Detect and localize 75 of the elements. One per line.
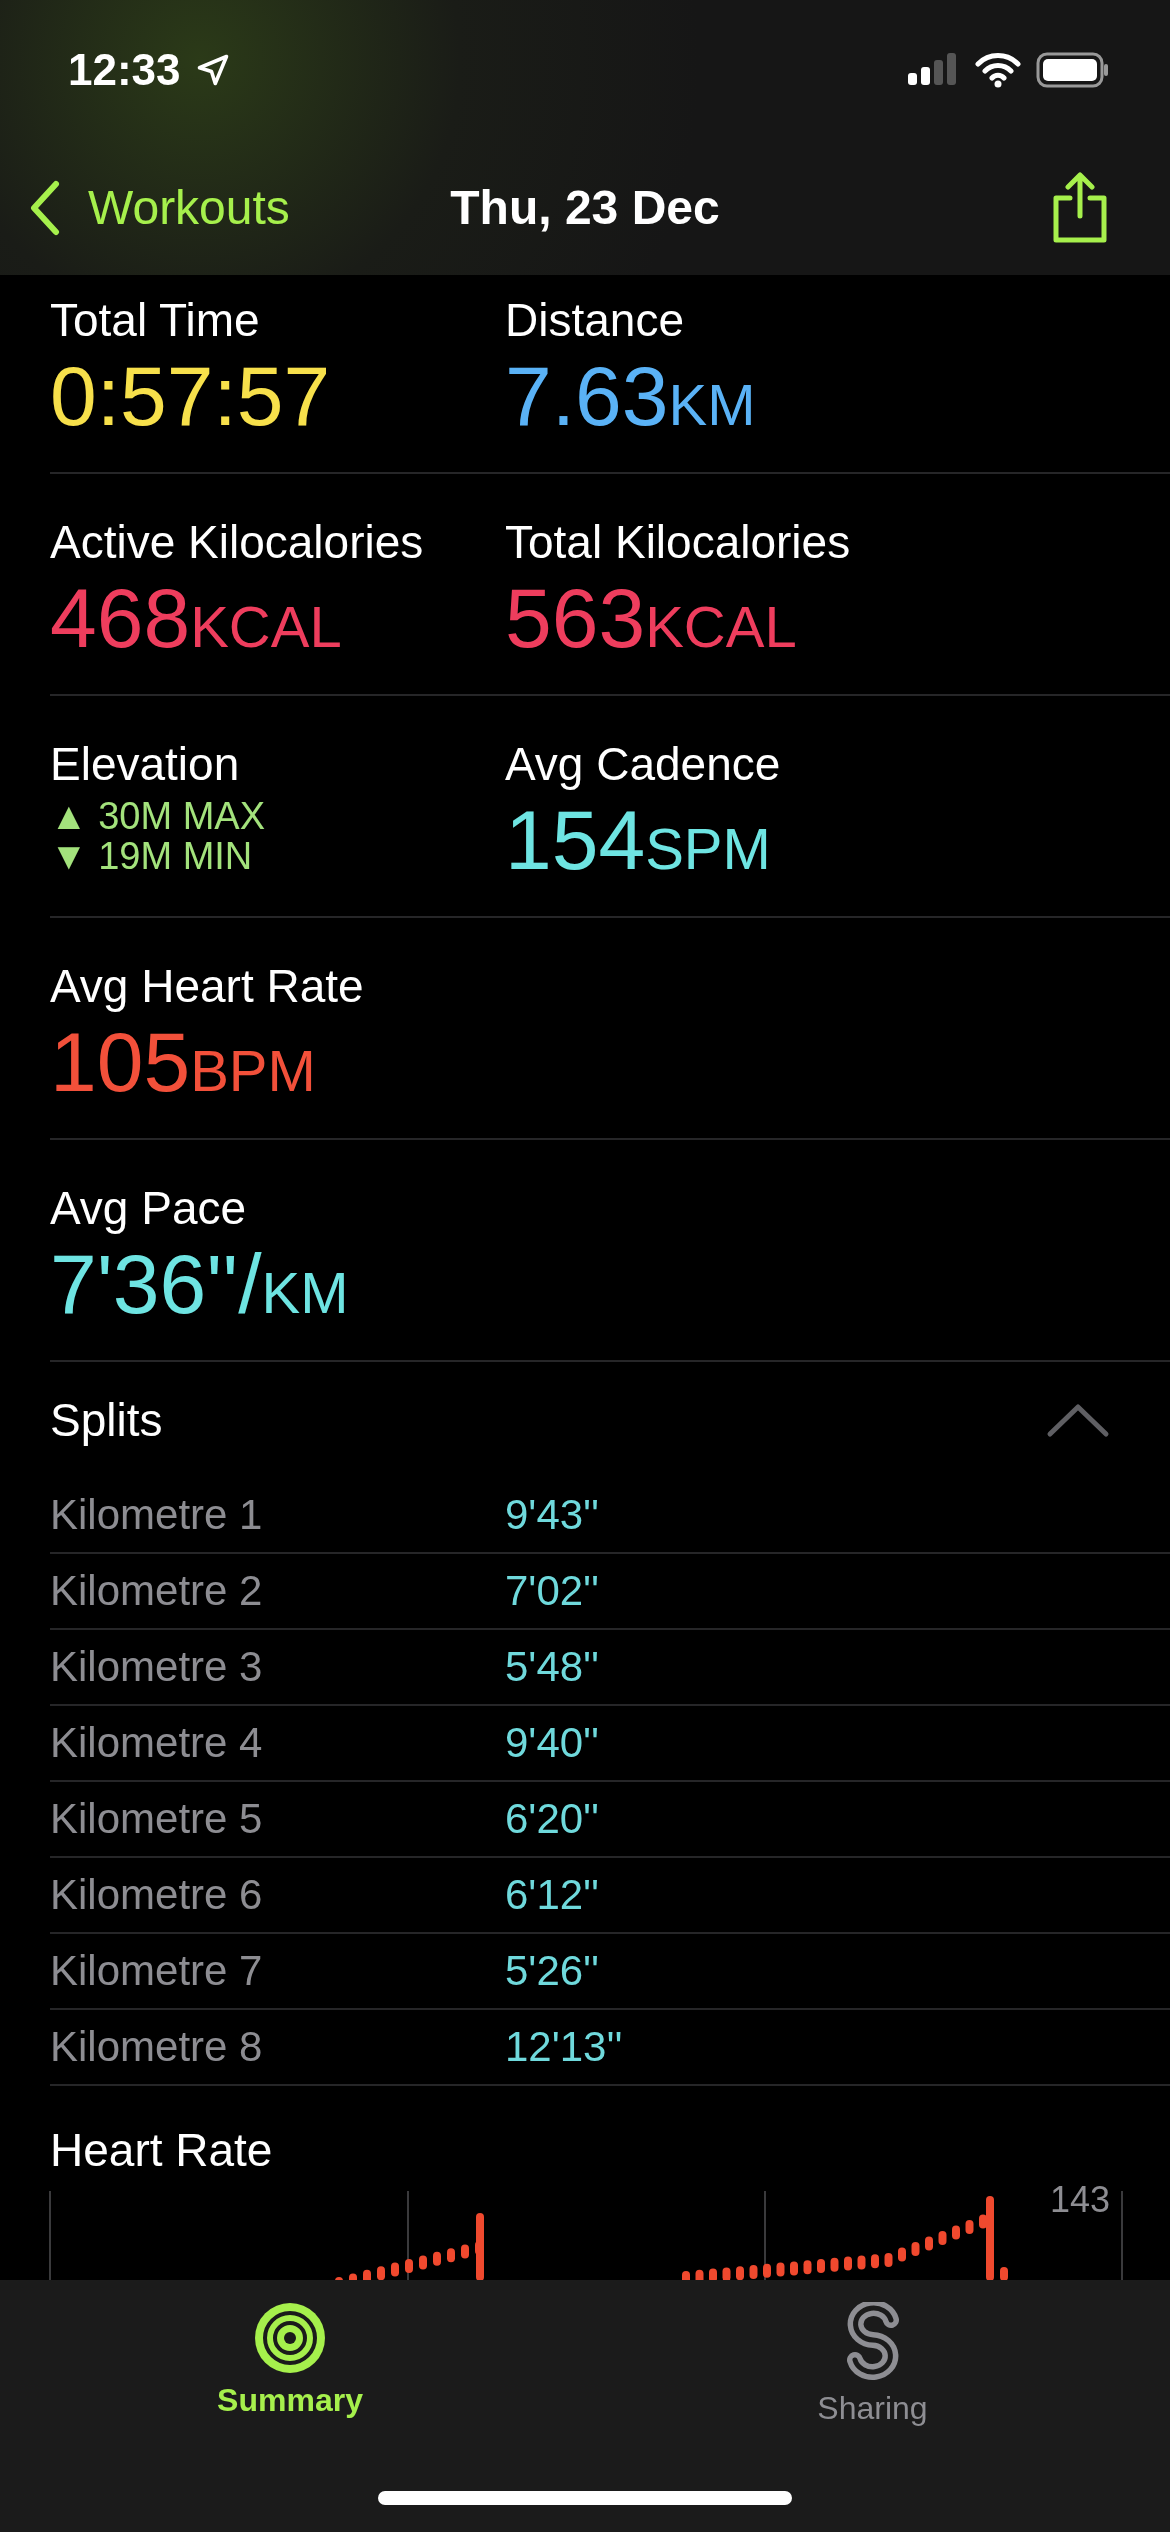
metric-label: Total Kilocalories [505,515,852,570]
heart-rate-bar [776,2262,785,2277]
heart-rate-bar [817,2259,825,2273]
split-time: 6'20'' [505,1795,600,1843]
split-label: Kilometre 3 [50,1643,264,1691]
metric-label: Avg Cadence [505,737,782,792]
metric-value: 468KCAL [50,570,343,667]
metric-value: 563KCAL [505,570,798,667]
tab[interactable]: Sharing [580,2302,1165,2427]
metric-label: Distance [505,293,685,348]
split-label: Kilometre 4 [50,1719,264,1767]
activity-rings-icon [254,2302,326,2374]
heart-rate-bar [857,2255,866,2270]
heart-rate-bar [803,2260,812,2275]
heart-rate-bar [938,2231,947,2245]
heart-rate-bar [952,2225,960,2240]
heart-rate-bar [898,2247,906,2262]
heart-rate-bar [419,2255,427,2270]
split-time: 5'26'' [505,1947,600,1995]
metric-value: 105BPM [50,1014,317,1111]
metric-label: Active Kilocalories [50,515,425,570]
heart-rate-bar [1000,2267,1008,2281]
metric-label: Total Time [50,293,261,348]
split-time: 7'02'' [505,1567,600,1615]
sharing-icon [844,2302,901,2382]
elevation-value: ▲ 30M MAX [50,796,266,836]
heart-rate-bar [965,2220,974,2234]
heart-rate-bar [433,2251,441,2266]
wifi-icon [974,52,1022,88]
tab[interactable]: Summary [0,2302,580,2427]
metric-label: Avg Pace [50,1181,248,1236]
split-time: 6'12'' [505,1871,600,1919]
split-time: 9'40'' [505,1719,600,1767]
back-button[interactable]: Workouts [28,179,290,236]
heart-rate-bar [830,2257,839,2272]
status-time: 12:33 [68,45,181,95]
heart-rate-bar [844,2256,852,2271]
heart-rate-bar [871,2254,879,2269]
heart-rate-bar [461,2244,469,2259]
metric-value: 154SPM [505,792,772,889]
heart-rate-bar [925,2236,933,2251]
section-title: Splits [50,1393,163,1447]
nav-title: Thu, 23 Dec [450,180,720,235]
heart-rate-bar [476,2213,484,2281]
metric-label: Avg Heart Rate [50,959,365,1014]
metric-value: 0:57:57 [50,348,332,444]
split-label: Kilometre 8 [50,2023,264,2071]
split-time: 12'13'' [505,2023,623,2071]
heart-rate-bar [749,2265,758,2279]
split-label: Kilometre 2 [50,1567,264,1615]
elevation-value: ▼ 19M MIN [50,836,254,876]
split-time: 9'43'' [505,1491,600,1539]
heart-rate-bar [391,2262,399,2277]
split-label: Kilometre 5 [50,1795,264,1843]
heart-rate-bar [790,2261,798,2276]
split-label: Kilometre 6 [50,1871,264,1919]
metric-value: 7'36''/KM [50,1236,350,1333]
split-time: 5'48'' [505,1643,600,1691]
heart-rate-bar [911,2242,920,2256]
heart-rate-bar [405,2259,413,2273]
heart-rate-bar [447,2248,455,2263]
heart-rate-bar [763,2263,771,2278]
chevron-up-icon[interactable] [1046,1402,1110,1438]
battery-icon [1036,52,1110,88]
split-label: Kilometre 7 [50,1947,264,1995]
metric-label: Elevation [50,737,241,792]
heart-rate-bar [884,2253,893,2267]
split-label: Kilometre 1 [50,1491,264,1539]
metric-value: 7.63KM [505,348,757,445]
heart-rate-bar [722,2267,731,2281]
heart-rate-bar [736,2266,744,2281]
section-title: Heart Rate [50,2123,273,2177]
axis-label: 143 [1049,2179,1110,2221]
heart-rate-bar [377,2266,385,2281]
chevron-left-icon [28,179,62,236]
